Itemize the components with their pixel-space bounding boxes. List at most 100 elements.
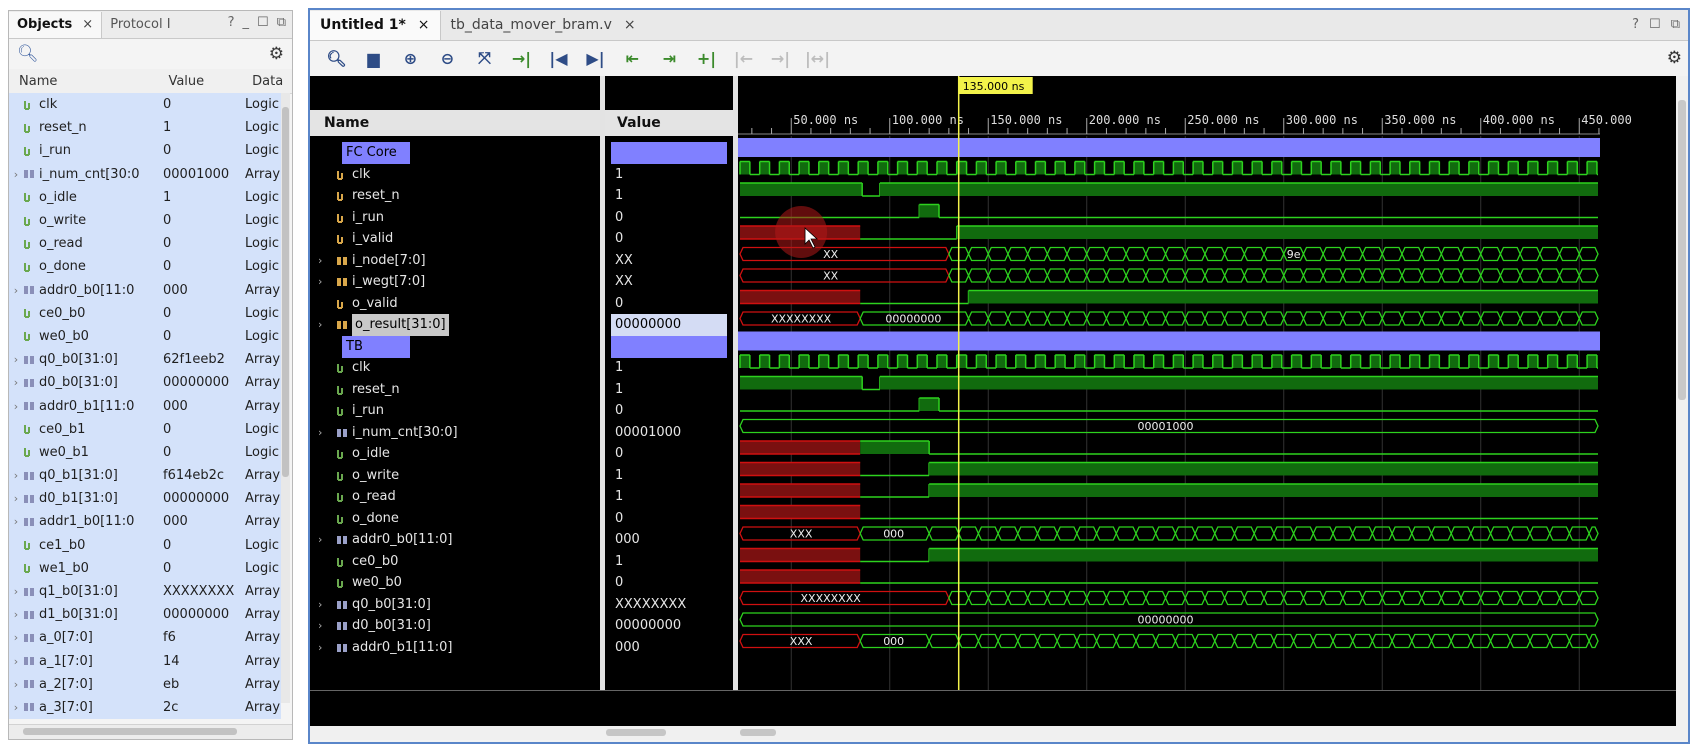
maximize-icon[interactable]: ☐ bbox=[257, 15, 269, 30]
waveform-horizontal-scrollbar[interactable] bbox=[310, 726, 1688, 740]
tab-objects[interactable]: Objects × bbox=[9, 12, 103, 38]
object-row[interactable]: o_write 0 Logic bbox=[9, 208, 281, 233]
name-column-header[interactable]: Name bbox=[310, 110, 600, 136]
expand-chevron-icon[interactable]: › bbox=[9, 376, 23, 389]
object-row[interactable]: we1_b0 0 Logic bbox=[9, 556, 281, 580]
maximize-icon[interactable]: ☐ bbox=[1649, 17, 1661, 32]
float-icon[interactable]: ⧉ bbox=[277, 15, 286, 30]
signal-name-row[interactable]: clk bbox=[318, 357, 370, 379]
expand-chevron-icon[interactable]: › bbox=[318, 422, 332, 444]
scroll-thumb[interactable] bbox=[282, 107, 289, 477]
signal-name-row[interactable]: reset_n bbox=[318, 379, 400, 401]
expand-chevron-icon[interactable]: › bbox=[318, 250, 332, 272]
expand-chevron-icon[interactable]: › bbox=[318, 529, 332, 551]
signal-name-row[interactable]: o_done bbox=[318, 508, 399, 530]
tab-untitled-1[interactable]: Untitled 1* × bbox=[310, 11, 441, 40]
expand-chevron-icon[interactable]: › bbox=[9, 701, 23, 714]
object-row[interactable]: › addr0_b0[11:0 000 Array bbox=[9, 278, 281, 302]
object-row[interactable]: ce0_b0 0 Logic bbox=[9, 301, 281, 325]
waveform-canvas[interactable]: 50.000 ns 100.000 ns 150.000 ns 200.000 ns 2… bbox=[738, 76, 1676, 690]
expand-chevron-icon[interactable]: › bbox=[318, 314, 332, 336]
signal-name-row[interactable]: clk bbox=[318, 164, 370, 186]
object-row[interactable]: › q1_b0[31:0] XXXXXXXX Array bbox=[9, 579, 281, 604]
signal-name-row[interactable]: o_write bbox=[318, 465, 399, 487]
object-row[interactable]: › i_num_cnt[30:0 00001000 Array bbox=[9, 162, 281, 186]
object-row[interactable]: we0_b0 0 Logic bbox=[9, 324, 281, 349]
object-row[interactable]: clk 0 Logic bbox=[9, 93, 281, 117]
search-icon[interactable]: 🔍︎ bbox=[17, 44, 39, 64]
object-row[interactable]: › a_1[7:0] 14 Array bbox=[9, 649, 281, 673]
object-row[interactable]: we0_b1 0 Logic bbox=[9, 440, 281, 464]
add-marker-icon[interactable]: +| bbox=[688, 44, 725, 72]
signal-name-row[interactable]: i_run bbox=[318, 400, 384, 422]
scroll-thumb[interactable] bbox=[23, 728, 237, 735]
signal-name-row[interactable]: ce0_b0 bbox=[318, 551, 398, 573]
zoom-out-icon[interactable]: ⊖ bbox=[429, 44, 466, 72]
close-icon[interactable]: × bbox=[418, 17, 430, 33]
previous-transition-icon[interactable]: ⇤ bbox=[614, 44, 651, 72]
expand-chevron-icon[interactable]: › bbox=[9, 284, 23, 297]
signal-name-row[interactable]: › addr0_b0[11:0] bbox=[318, 529, 452, 551]
go-to-cursor-icon[interactable]: →| bbox=[503, 44, 540, 72]
scroll-thumb[interactable] bbox=[740, 729, 776, 736]
col-name-header[interactable]: Name bbox=[9, 74, 162, 89]
object-row[interactable]: › d0_b0[31:0] 00000000 Array bbox=[9, 371, 281, 395]
objects-horizontal-scrollbar[interactable] bbox=[9, 724, 292, 739]
expand-chevron-icon[interactable]: › bbox=[9, 492, 23, 505]
object-row[interactable]: › a_2[7:0] eb Array bbox=[9, 672, 281, 696]
expand-chevron-icon[interactable]: › bbox=[318, 637, 332, 659]
go-to-start-icon[interactable]: |◀ bbox=[540, 44, 577, 72]
expand-chevron-icon[interactable]: › bbox=[9, 608, 23, 621]
object-row[interactable]: › a_3[7:0] 2c Array bbox=[9, 695, 281, 720]
signal-name-row[interactable]: › d0_b0[31:0] bbox=[318, 615, 431, 637]
expand-chevron-icon[interactable]: › bbox=[9, 678, 23, 691]
tab-protocol[interactable]: Protocol I bbox=[102, 12, 178, 38]
expand-chevron-icon[interactable]: › bbox=[318, 271, 332, 293]
zoom-fit-icon[interactable]: ⤧ bbox=[466, 44, 503, 72]
signal-name-row[interactable]: o_idle bbox=[318, 443, 390, 465]
signal-name-row[interactable]: › i_num_cnt[30:0] bbox=[318, 422, 458, 444]
go-to-end-icon[interactable]: ▶| bbox=[577, 44, 614, 72]
col-value-header[interactable]: Value bbox=[162, 74, 248, 89]
objects-vertical-scrollbar[interactable] bbox=[281, 93, 290, 703]
waveform-vertical-scrollbar[interactable] bbox=[1676, 76, 1688, 726]
expand-chevron-icon[interactable]: › bbox=[9, 655, 23, 668]
object-row[interactable]: › addr0_b1[11:0 000 Array bbox=[9, 394, 281, 418]
object-row[interactable]: › a_0[7:0] f6 Array bbox=[9, 626, 281, 650]
signal-name-row[interactable]: reset_n bbox=[318, 185, 400, 207]
next-transition-icon[interactable]: ⇥ bbox=[651, 44, 688, 72]
object-row[interactable]: i_run 0 Logic bbox=[9, 139, 281, 163]
expand-chevron-icon[interactable]: › bbox=[9, 585, 23, 598]
expand-chevron-icon[interactable]: › bbox=[9, 400, 23, 413]
object-row[interactable]: ce0_b1 0 Logic bbox=[9, 417, 281, 441]
signal-name-row[interactable]: › o_result[31:0] bbox=[318, 314, 449, 336]
scroll-thumb[interactable] bbox=[1678, 100, 1686, 400]
signal-name-row[interactable]: we0_b0 bbox=[318, 572, 402, 594]
expand-chevron-icon[interactable]: › bbox=[9, 469, 23, 482]
expand-chevron-icon[interactable]: › bbox=[9, 631, 23, 644]
object-row[interactable]: o_done 0 Logic bbox=[9, 255, 281, 279]
expand-chevron-icon[interactable]: › bbox=[9, 515, 23, 528]
signal-name-row[interactable]: › addr0_b1[11:0] bbox=[318, 637, 452, 659]
signal-name-row[interactable]: › i_wegt[7:0] bbox=[318, 271, 425, 293]
gear-icon[interactable]: ⚙ bbox=[269, 44, 284, 64]
object-row[interactable]: › q0_b0[31:0] 62f1eeb2 Array bbox=[9, 348, 281, 372]
zoom-in-icon[interactable]: ⊕ bbox=[392, 44, 429, 72]
gear-icon[interactable]: ⚙ bbox=[1667, 48, 1682, 68]
close-icon[interactable]: × bbox=[82, 17, 93, 32]
expand-chevron-icon[interactable]: › bbox=[318, 594, 332, 616]
tab-tb-data-mover[interactable]: tb_data_mover_bram.v × bbox=[441, 11, 646, 40]
expand-chevron-icon[interactable]: › bbox=[9, 353, 23, 366]
expand-chevron-icon[interactable]: › bbox=[9, 168, 23, 181]
minimize-icon[interactable]: _ bbox=[243, 15, 250, 30]
col-data-header[interactable]: Data bbox=[248, 74, 292, 89]
signal-name-row[interactable]: › i_node[7:0] bbox=[318, 250, 426, 272]
object-row[interactable]: › d0_b1[31:0] 00000000 Array bbox=[9, 487, 281, 511]
expand-chevron-icon[interactable]: › bbox=[318, 615, 332, 637]
object-row[interactable]: › d1_b0[31:0] 00000000 Array bbox=[9, 603, 281, 627]
signal-name-row[interactable]: o_valid bbox=[318, 293, 398, 315]
signal-name-row[interactable]: i_valid bbox=[318, 228, 393, 250]
signal-group-row[interactable]: TB bbox=[318, 335, 410, 358]
signal-name-row[interactable]: o_read bbox=[318, 486, 396, 508]
object-row[interactable]: reset_n 1 Logic bbox=[9, 116, 281, 140]
